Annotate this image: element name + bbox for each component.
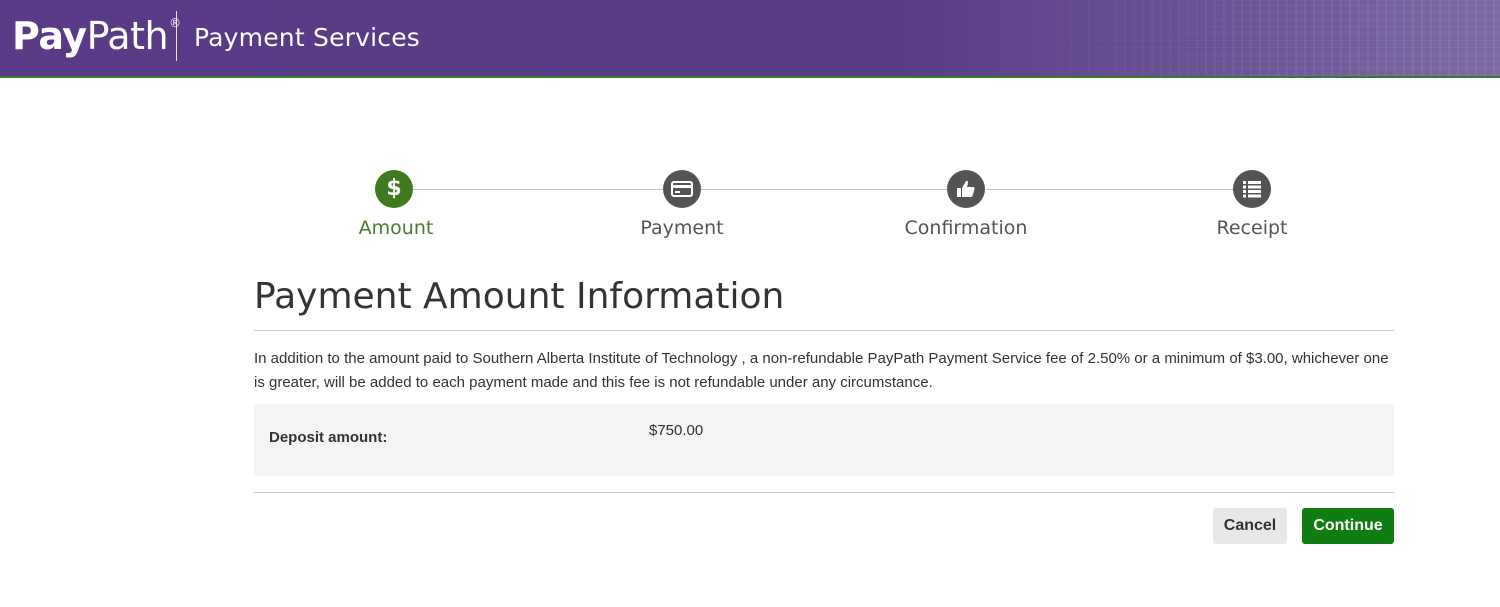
- continue-button[interactable]: Continue: [1302, 508, 1394, 544]
- step-receipt-circle: [1233, 170, 1271, 208]
- step-amount-label: Amount: [358, 217, 434, 239]
- paypath-logo[interactable]: Pay Path ®: [12, 14, 181, 60]
- deposit-amount-label: Deposit amount:: [269, 429, 388, 446]
- thumbs-up-icon: [957, 180, 975, 197]
- header-divider: [176, 11, 177, 61]
- dollar-icon: $: [386, 176, 402, 201]
- step-confirmation-circle: [947, 170, 985, 208]
- header-title: Payment Services: [194, 23, 421, 52]
- page-title: Payment Amount Information: [254, 276, 785, 317]
- step-amount-circle: $: [375, 170, 413, 208]
- progress-stepper: $ Amount Payment Confirmation Receipt: [0, 170, 1500, 250]
- step-receipt-label: Receipt: [1216, 217, 1288, 239]
- app-header: Pay Path ® Payment Services: [0, 0, 1500, 78]
- actions-divider: [254, 492, 1394, 493]
- step-receipt: Receipt: [1152, 170, 1352, 239]
- step-payment-circle: [663, 170, 701, 208]
- step-amount: $ Amount: [296, 170, 496, 239]
- deposit-amount-value: $750.00: [649, 422, 704, 439]
- list-icon: [1243, 181, 1261, 198]
- logo-pay-text: Pay: [12, 14, 87, 58]
- title-divider: [254, 330, 1394, 331]
- step-confirmation: Confirmation: [866, 170, 1066, 239]
- logo-path-text: Path: [86, 14, 169, 58]
- fee-info-text: In addition to the amount paid to Southe…: [254, 350, 1389, 391]
- credit-card-icon: [671, 181, 693, 197]
- cancel-button[interactable]: Cancel: [1213, 508, 1287, 544]
- step-confirmation-label: Confirmation: [904, 217, 1028, 239]
- deposit-panel: Deposit amount: $750.00: [254, 404, 1394, 476]
- step-payment-label: Payment: [640, 217, 724, 239]
- step-payment: Payment: [582, 170, 782, 239]
- header-texture: [980, 0, 1500, 76]
